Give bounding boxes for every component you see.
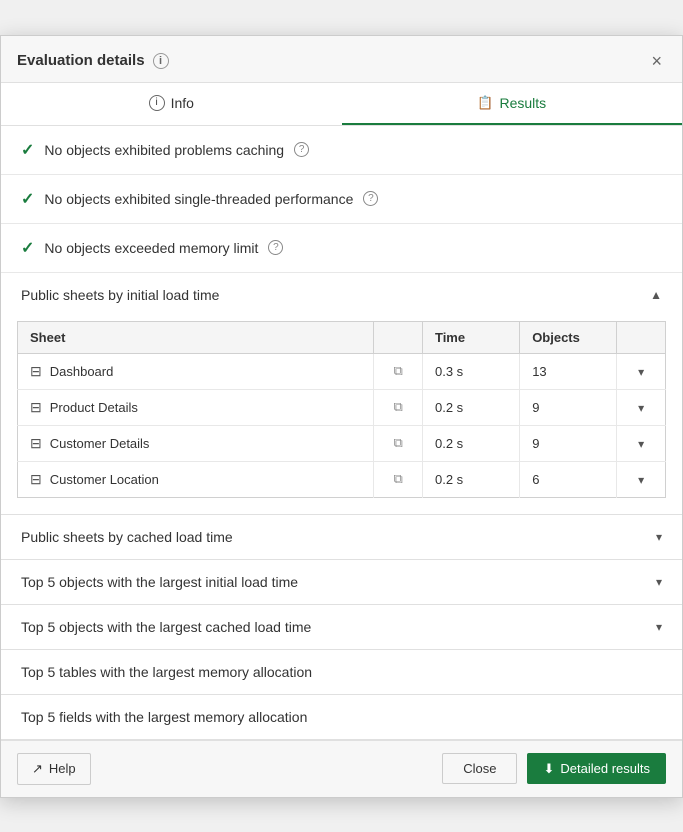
sheet-icon-customer-location: ⊟ — [30, 471, 42, 488]
expand-row-dashboard[interactable]: ▾ — [617, 353, 666, 389]
chevron-icon-top5-cached: ▾ — [656, 620, 662, 634]
sheet-name-customer-details: ⊟ Customer Details — [18, 425, 374, 461]
col-header-objects: Objects — [520, 321, 617, 353]
download-icon: ⬇ — [543, 761, 554, 777]
section-header-top5-memory-fields[interactable]: Top 5 fields with the largest memory all… — [1, 695, 682, 739]
row-chevron-icon-customer-location: ▾ — [638, 473, 644, 487]
section-top5-initial: Top 5 objects with the largest initial l… — [1, 560, 682, 605]
help-icon-memory[interactable]: ? — [268, 240, 283, 255]
row-chevron-icon-customer-details: ▾ — [638, 437, 644, 451]
footer-right-buttons: Close ⬇ Detailed results — [442, 753, 666, 784]
objects-customer-details: 9 — [520, 425, 617, 461]
section-public-sheets-cached: Public sheets by cached load time ▾ — [1, 515, 682, 560]
check-memory: ✓ No objects exceeded memory limit ? — [1, 224, 682, 273]
check-icon-memory: ✓ — [21, 238, 34, 258]
dialog-header: Evaluation details i × — [1, 36, 682, 83]
help-button[interactable]: ↗ Help — [17, 753, 91, 785]
info-tab-icon: i — [149, 95, 165, 111]
dialog-footer: ↗ Help Close ⬇ Detailed results — [1, 740, 682, 797]
export-icon-dashboard[interactable]: ⧉ — [374, 353, 423, 389]
results-tab-label: Results — [500, 95, 547, 111]
section-header-public-sheets-initial[interactable]: Public sheets by initial load time ▲ — [1, 273, 682, 317]
help-label: Help — [49, 761, 76, 776]
dialog-body: ✓ No objects exhibited problems caching … — [1, 126, 682, 740]
export-icon-customer-location[interactable]: ⧉ — [374, 461, 423, 497]
check-text-memory: No objects exceeded memory limit — [44, 240, 258, 256]
row-chevron-icon-dashboard: ▾ — [638, 365, 644, 379]
check-caching: ✓ No objects exhibited problems caching … — [1, 126, 682, 175]
table-row: ⊟ Customer Details ⧉ 0.2 s 9 ▾ — [18, 425, 666, 461]
check-single-thread: ✓ No objects exhibited single-threaded p… — [1, 175, 682, 224]
tab-results[interactable]: 📋 Results — [342, 83, 683, 125]
sheet-name-product-details: ⊟ Product Details — [18, 389, 374, 425]
section-label-top5-initial: Top 5 objects with the largest initial l… — [21, 574, 298, 590]
check-text-single-thread: No objects exhibited single-threaded per… — [44, 191, 353, 207]
section-top5-memory-fields: Top 5 fields with the largest memory all… — [1, 695, 682, 740]
tab-info[interactable]: i Info — [1, 83, 342, 125]
help-icon: ↗ — [32, 761, 43, 777]
time-dashboard: 0.3 s — [422, 353, 519, 389]
section-label-top5-memory-tables: Top 5 tables with the largest memory all… — [21, 664, 312, 680]
dialog-close-button[interactable]: × — [647, 50, 666, 72]
col-header-expand — [617, 321, 666, 353]
chevron-icon-top5-initial: ▾ — [656, 575, 662, 589]
objects-customer-location: 6 — [520, 461, 617, 497]
detailed-results-button[interactable]: ⬇ Detailed results — [527, 753, 666, 784]
sheet-name-customer-location: ⊟ Customer Location — [18, 461, 374, 497]
section-top5-memory-tables: Top 5 tables with the largest memory all… — [1, 650, 682, 695]
time-product-details: 0.2 s — [422, 389, 519, 425]
info-tab-label: Info — [171, 95, 194, 111]
time-customer-location: 0.2 s — [422, 461, 519, 497]
objects-dashboard: 13 — [520, 353, 617, 389]
help-icon-caching[interactable]: ? — [294, 142, 309, 157]
sheets-table: Sheet Time Objects ⊟ Dashb — [17, 321, 666, 498]
section-public-sheets-initial: Public sheets by initial load time ▲ She… — [1, 273, 682, 515]
detailed-results-label: Detailed results — [560, 761, 650, 776]
tabs-bar: i Info 📋 Results — [1, 83, 682, 126]
section-header-public-sheets-cached[interactable]: Public sheets by cached load time ▾ — [1, 515, 682, 559]
section-header-top5-memory-tables[interactable]: Top 5 tables with the largest memory all… — [1, 650, 682, 694]
section-label-public-sheets-initial: Public sheets by initial load time — [21, 287, 219, 303]
sheet-icon-product-details: ⊟ — [30, 399, 42, 416]
col-header-time: Time — [422, 321, 519, 353]
check-icon-single-thread: ✓ — [21, 189, 34, 209]
sheet-icon-customer-details: ⊟ — [30, 435, 42, 452]
title-text: Evaluation details — [17, 52, 145, 69]
dialog-title: Evaluation details i — [17, 52, 169, 69]
table-row: ⊟ Customer Location ⧉ 0.2 s 6 ▾ — [18, 461, 666, 497]
export-icon-customer-details[interactable]: ⧉ — [374, 425, 423, 461]
chevron-icon-public-sheets-cached: ▾ — [656, 530, 662, 544]
title-info-icon[interactable]: i — [153, 53, 169, 69]
section-label-top5-memory-fields: Top 5 fields with the largest memory all… — [21, 709, 307, 725]
expand-row-customer-details[interactable]: ▾ — [617, 425, 666, 461]
section-header-top5-initial[interactable]: Top 5 objects with the largest initial l… — [1, 560, 682, 604]
section-header-top5-cached[interactable]: Top 5 objects with the largest cached lo… — [1, 605, 682, 649]
row-chevron-icon-product-details: ▾ — [638, 401, 644, 415]
chevron-icon-public-sheets-initial: ▲ — [650, 288, 662, 302]
section-label-top5-cached: Top 5 objects with the largest cached lo… — [21, 619, 311, 635]
evaluation-details-dialog: Evaluation details i × i Info 📋 Results … — [0, 35, 683, 798]
export-icon-product-details[interactable]: ⧉ — [374, 389, 423, 425]
check-text-caching: No objects exhibited problems caching — [44, 142, 284, 158]
col-header-sheet: Sheet — [18, 321, 374, 353]
expand-row-product-details[interactable]: ▾ — [617, 389, 666, 425]
sheet-name-dashboard: ⊟ Dashboard — [18, 353, 374, 389]
results-tab-icon: 📋 — [477, 95, 493, 111]
section-top5-cached: Top 5 objects with the largest cached lo… — [1, 605, 682, 650]
col-header-export — [374, 321, 423, 353]
expand-row-customer-location[interactable]: ▾ — [617, 461, 666, 497]
section-content-public-sheets-initial: Sheet Time Objects ⊟ Dashb — [1, 321, 682, 514]
close-button[interactable]: Close — [442, 753, 517, 784]
sheet-icon-dashboard: ⊟ — [30, 363, 42, 380]
table-row: ⊟ Product Details ⧉ 0.2 s 9 ▾ — [18, 389, 666, 425]
section-label-public-sheets-cached: Public sheets by cached load time — [21, 529, 233, 545]
table-row: ⊟ Dashboard ⧉ 0.3 s 13 ▾ — [18, 353, 666, 389]
time-customer-details: 0.2 s — [422, 425, 519, 461]
objects-product-details: 9 — [520, 389, 617, 425]
help-icon-single-thread[interactable]: ? — [363, 191, 378, 206]
check-icon-caching: ✓ — [21, 140, 34, 160]
